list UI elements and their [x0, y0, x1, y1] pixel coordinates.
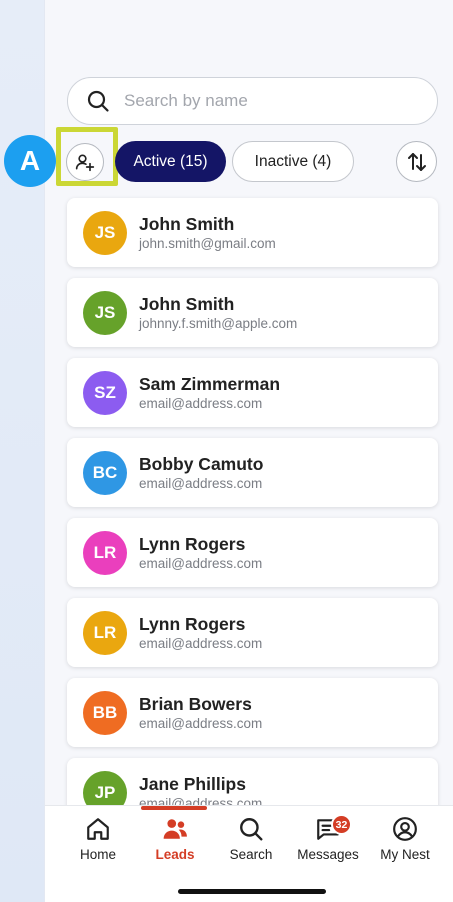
add-lead-button[interactable] — [66, 143, 104, 181]
lead-card[interactable]: LR Lynn Rogers email@address.com — [67, 518, 438, 587]
nav-home[interactable]: Home — [58, 816, 138, 862]
nav-messages-label: Messages — [297, 847, 359, 862]
nav-search[interactable]: Search — [211, 816, 291, 862]
search-input[interactable] — [124, 91, 404, 111]
add-user-icon — [75, 154, 95, 172]
lead-card[interactable]: SZ Sam Zimmerman email@address.com — [67, 358, 438, 427]
lead-card[interactable]: LR Lynn Rogers email@address.com — [67, 598, 438, 667]
lead-email: john.smith@gmail.com — [139, 235, 276, 251]
nav-leads[interactable]: Leads — [135, 816, 215, 862]
user-circle-icon — [393, 817, 417, 841]
bottom-nav: Home Leads Search 32 Messages My Nest — [45, 805, 453, 902]
lead-email: email@address.com — [139, 475, 263, 491]
avatar: JS — [83, 290, 127, 335]
nav-my-nest-label: My Nest — [380, 847, 430, 862]
nav-leads-label: Leads — [155, 847, 195, 862]
lead-name: Sam Zimmerman — [139, 373, 281, 394]
filter-active-chip[interactable]: Active (15) — [115, 141, 226, 182]
lead-email: email@address.com — [139, 635, 263, 651]
lead-name: Lynn Rogers — [139, 613, 246, 634]
nav-home-label: Home — [79, 847, 116, 862]
search-icon — [87, 90, 109, 112]
annotation-marker: A — [4, 135, 56, 187]
avatar: SZ — [83, 370, 127, 415]
lead-email: email@address.com — [139, 715, 263, 731]
lead-list: JS John Smith john.smith@gmail.com JS Jo… — [67, 198, 438, 838]
active-tab-indicator — [141, 806, 207, 810]
app-screen: Active (15) Inactive (4) JS John Smith j… — [44, 0, 453, 902]
search-icon — [240, 818, 263, 841]
lead-card[interactable]: JS John Smith john.smith@gmail.com — [67, 198, 438, 267]
lead-email: johnny.f.smith@apple.com — [139, 315, 298, 331]
sort-button[interactable] — [396, 141, 437, 182]
nav-search-label: Search — [229, 847, 273, 862]
lead-name: Brian Bowers — [139, 693, 252, 714]
lead-name: John Smith — [139, 213, 235, 234]
lead-email: email@address.com — [139, 395, 263, 411]
messages-badge: 32 — [331, 814, 352, 835]
lead-name: John Smith — [139, 293, 235, 314]
home-indicator — [178, 889, 326, 894]
people-icon — [163, 819, 187, 839]
filter-inactive-chip[interactable]: Inactive (4) — [232, 141, 354, 182]
lead-name: Lynn Rogers — [139, 533, 246, 554]
avatar: LR — [83, 530, 127, 575]
avatar: BC — [83, 450, 127, 495]
lead-email: email@address.com — [139, 555, 263, 571]
lead-card[interactable]: JS John Smith johnny.f.smith@apple.com — [67, 278, 438, 347]
lead-card[interactable]: BC Bobby Camuto email@address.com — [67, 438, 438, 507]
lead-name: Bobby Camuto — [139, 453, 264, 474]
search-bar[interactable] — [67, 77, 438, 125]
sort-arrows-icon — [407, 152, 426, 171]
lead-name: Jane Phillips — [139, 773, 246, 794]
lead-card[interactable]: BB Brian Bowers email@address.com — [67, 678, 438, 747]
avatar: BB — [83, 690, 127, 735]
nav-my-nest[interactable]: My Nest — [365, 816, 445, 862]
avatar: LR — [83, 610, 127, 655]
avatar: JS — [83, 210, 127, 255]
nav-messages[interactable]: 32 Messages — [288, 814, 368, 862]
home-icon — [87, 818, 109, 840]
